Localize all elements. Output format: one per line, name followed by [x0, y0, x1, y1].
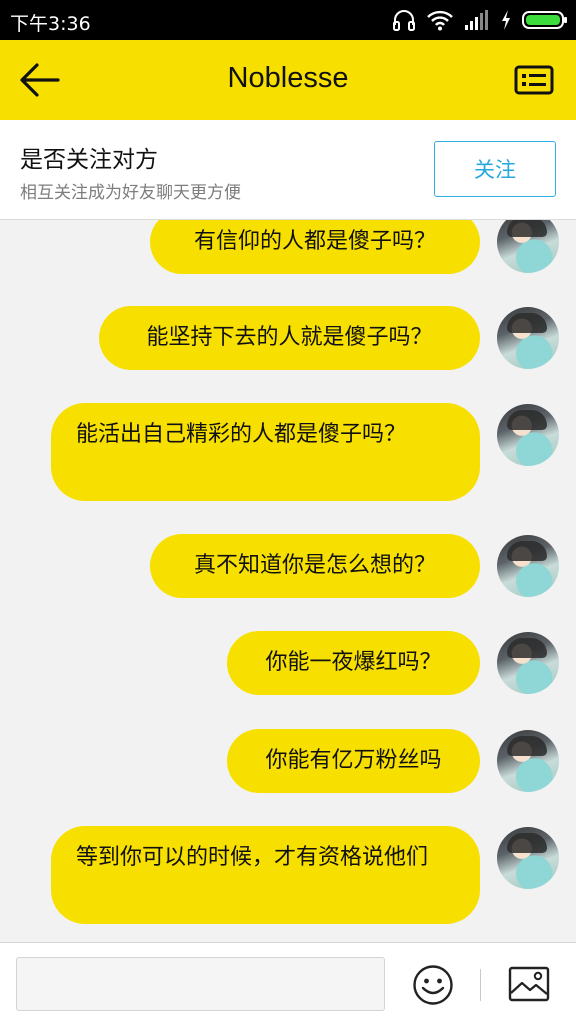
message-bubble[interactable]: 能活出自己精彩的人都是傻子吗？: [51, 403, 480, 501]
avatar[interactable]: [497, 220, 559, 273]
avatar[interactable]: [497, 404, 559, 466]
follow-prompt-subtitle: 相互关注成为好友聊天更方便: [20, 183, 241, 203]
message-input[interactable]: [16, 957, 385, 1011]
status-time: 下午3:36: [10, 13, 91, 35]
signal-icon: [465, 10, 488, 30]
message-bubble[interactable]: 你能有亿万粉丝吗: [227, 729, 480, 793]
profile-card-button[interactable]: [514, 63, 554, 97]
follow-prompt: 是否关注对方 相互关注成为好友聊天更方便 关注: [0, 120, 576, 220]
page-title: Noblesse: [227, 62, 349, 94]
message-bubble[interactable]: 有信仰的人都是傻子吗？: [150, 220, 480, 274]
avatar[interactable]: [497, 827, 559, 889]
follow-prompt-title: 是否关注对方: [20, 147, 158, 173]
follow-button[interactable]: 关注: [434, 141, 556, 197]
avatar[interactable]: [497, 535, 559, 597]
chat-messages[interactable]: 有信仰的人都是傻子吗？ 能坚持下去的人就是傻子吗？ 能活出自己精彩的人都是傻子吗…: [0, 220, 576, 942]
headphones-icon: [393, 10, 415, 31]
image-icon: [508, 966, 550, 1002]
message-bubble[interactable]: 等到你可以的时候，才有资格说他们: [51, 826, 480, 924]
message-bubble[interactable]: 能坚持下去的人就是傻子吗？: [99, 306, 480, 370]
avatar[interactable]: [497, 307, 559, 369]
battery-icon: [522, 11, 567, 29]
message-bubble[interactable]: 你能一夜爆红吗？: [227, 631, 480, 695]
composer-divider: [480, 969, 481, 1001]
message-bubble[interactable]: 真不知道你是怎么想的？: [150, 534, 480, 598]
wifi-icon: [427, 10, 453, 31]
nav-bar: Noblesse: [0, 40, 576, 120]
id-card-icon: [514, 65, 554, 95]
emoji-button[interactable]: [412, 964, 454, 1006]
image-button[interactable]: [508, 966, 550, 1002]
status-bar: 下午3:36: [0, 0, 576, 40]
avatar[interactable]: [497, 632, 559, 694]
status-icons: [392, 7, 568, 33]
composer-bar: [0, 942, 576, 1025]
avatar[interactable]: [497, 730, 559, 792]
charging-icon: [502, 10, 510, 30]
emoji-icon: [413, 965, 453, 1005]
